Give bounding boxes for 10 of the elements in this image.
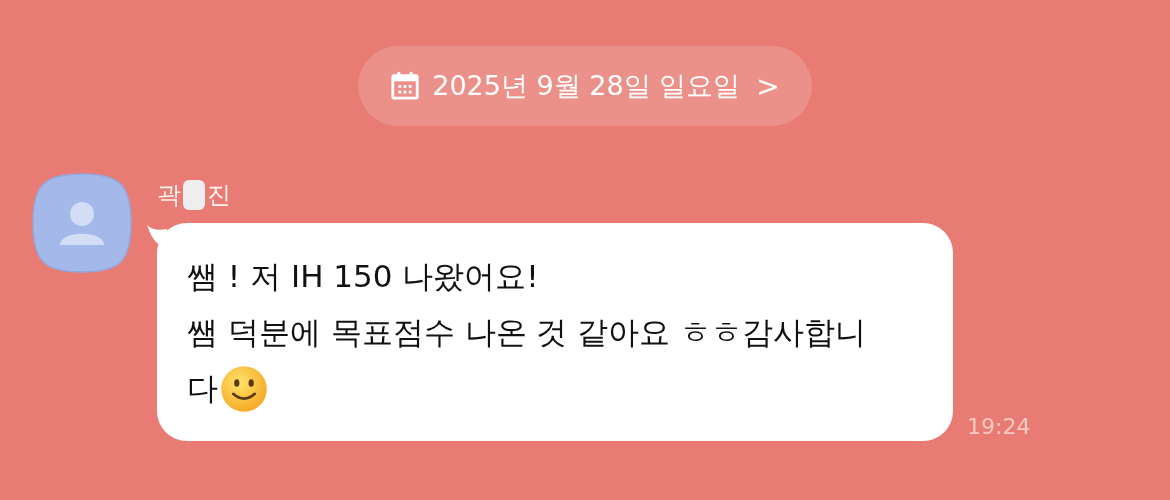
smiley-icon <box>220 365 268 413</box>
message-text: 쌤 덕분에 목표점수 나온 것 같아요 ㅎㅎ감사합니 <box>187 313 867 352</box>
avatar-icon[interactable] <box>32 173 132 273</box>
message-text: 다 <box>187 369 218 408</box>
sender-name: 진 <box>207 180 231 211</box>
message-time: 19:24 <box>967 414 1031 439</box>
message-text: 쌤 ! 저 IH 150 나왔어요! <box>187 257 539 296</box>
sender-name: 곽 <box>157 180 181 211</box>
calendar-icon <box>390 71 421 101</box>
date-divider-button[interactable]: 2025년 9월 28일 일요일 > <box>358 46 812 126</box>
